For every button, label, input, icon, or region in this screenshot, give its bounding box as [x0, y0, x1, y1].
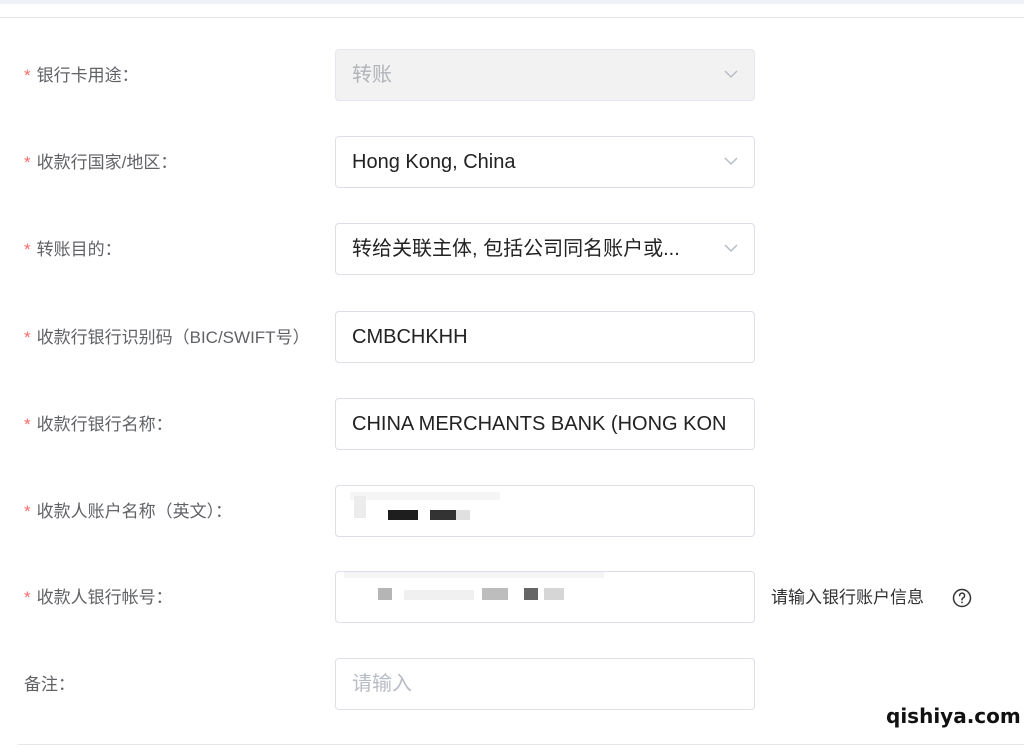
form-row-bank-name: * 收款行银行名称： CHINA MERCHANTS BANK (HONG KON	[0, 398, 1024, 452]
bottom-divider	[18, 744, 1024, 745]
bank-name-label: * 收款行银行名称：	[24, 415, 173, 434]
account-number-label: * 收款人银行帐号：	[24, 588, 173, 607]
purpose-value: 转给关联主体, 包括公司同名账户或...	[352, 238, 680, 260]
watermark: qishiya.com	[886, 704, 1021, 728]
country-value: Hong Kong, China	[352, 151, 516, 173]
redacted-text	[350, 492, 500, 528]
purpose-label: * 转账目的：	[24, 240, 122, 259]
form-row-country: * 收款行国家/地区： Hong Kong, China	[0, 136, 1024, 190]
card-usage-label: * 银行卡用途：	[24, 66, 139, 85]
question-circle-icon[interactable]	[952, 588, 972, 608]
purpose-select[interactable]: 转给关联主体, 包括公司同名账户或...	[335, 223, 755, 275]
account-number-input[interactable]	[335, 571, 755, 623]
bank-name-input[interactable]: CHINA MERCHANTS BANK (HONG KON	[335, 398, 755, 450]
remark-label: 备注：	[24, 675, 75, 694]
form-row-card-usage: * 银行卡用途： 转账	[0, 49, 1024, 103]
account-hint: 请输入银行账户信息	[771, 588, 924, 607]
required-mark: *	[24, 415, 31, 434]
required-mark: *	[24, 588, 31, 607]
card-usage-value: 转账	[352, 64, 392, 86]
redacted-text	[344, 572, 604, 612]
form-row-swift: * 收款行银行识别码（BIC/SWIFT号） CMBCHKHH	[0, 311, 1024, 365]
swift-input[interactable]: CMBCHKHH	[335, 311, 755, 363]
required-mark: *	[24, 328, 31, 347]
required-mark: *	[24, 153, 31, 172]
account-name-label: * 收款人账户名称（英文）：	[24, 502, 233, 521]
swift-label: * 收款行银行识别码（BIC/SWIFT号）	[24, 328, 310, 347]
top-bar	[0, 0, 1024, 4]
form-row-account-number: * 收款人银行帐号： 请输入银行账户信息	[0, 571, 1024, 625]
form-row-account-name: * 收款人账户名称（英文）：	[0, 485, 1024, 539]
required-mark: *	[24, 502, 31, 521]
chevron-down-icon	[724, 156, 738, 166]
chevron-down-icon	[724, 69, 738, 79]
form-row-remark: 备注： 请输入	[0, 658, 1024, 712]
bank-name-value: CHINA MERCHANTS BANK (HONG KON	[352, 413, 727, 435]
form-row-purpose: * 转账目的： 转给关联主体, 包括公司同名账户或...	[0, 223, 1024, 277]
card-usage-select[interactable]: 转账	[335, 49, 755, 101]
chevron-down-icon	[724, 243, 738, 253]
remark-placeholder: 请输入	[352, 673, 412, 695]
account-name-input[interactable]	[335, 485, 755, 537]
swift-value: CMBCHKHH	[352, 326, 468, 348]
country-select[interactable]: Hong Kong, China	[335, 136, 755, 188]
remark-input[interactable]: 请输入	[335, 658, 755, 710]
country-label: * 收款行国家/地区：	[24, 153, 178, 172]
required-mark: *	[24, 240, 31, 259]
required-mark: *	[24, 66, 31, 85]
top-divider	[0, 17, 1024, 18]
